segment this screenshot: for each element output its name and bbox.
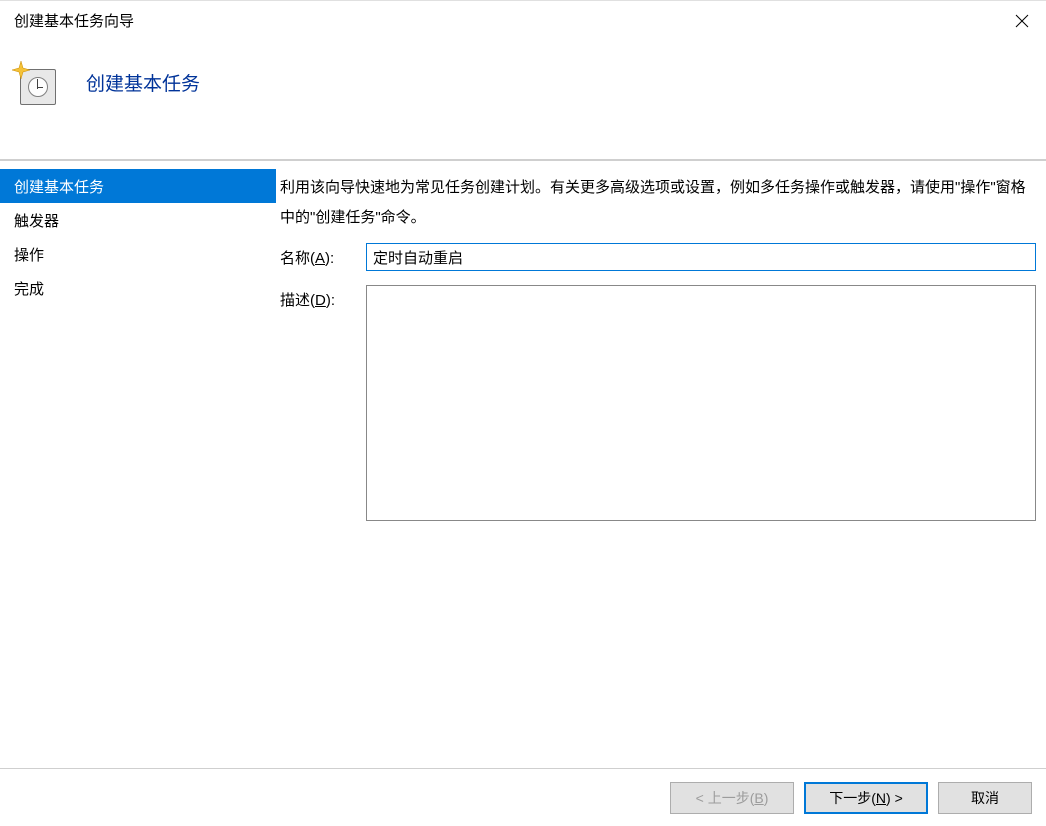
sparkle-icon bbox=[12, 61, 30, 79]
wizard-main-panel: 利用该向导快速地为常见任务创建计划。有关更多高级选项或设置，例如多任务操作或触发… bbox=[276, 161, 1046, 761]
back-button: < 上一步(B) bbox=[670, 782, 794, 814]
step-action[interactable]: 操作 bbox=[0, 237, 276, 271]
close-icon bbox=[1015, 14, 1029, 28]
description-textarea[interactable] bbox=[366, 285, 1036, 521]
step-label: 触发器 bbox=[14, 210, 59, 231]
description-label: 描述(D): bbox=[280, 285, 366, 310]
description-row: 描述(D): bbox=[280, 285, 1036, 521]
task-scheduler-icon bbox=[14, 63, 58, 107]
titlebar: 创建基本任务向导 bbox=[0, 1, 1046, 41]
cancel-button[interactable]: 取消 bbox=[938, 782, 1032, 814]
step-label: 操作 bbox=[14, 244, 44, 265]
wizard-window: 创建基本任务向导 创建基本任务 创建基本任务 触发器 bbox=[0, 0, 1046, 826]
step-label: 完成 bbox=[14, 278, 44, 299]
wizard-body: 创建基本任务 触发器 操作 完成 利用该向导快速地为常见任务创建计划。有关更多高… bbox=[0, 161, 1046, 761]
step-create-basic-task[interactable]: 创建基本任务 bbox=[0, 169, 276, 203]
close-button[interactable] bbox=[998, 1, 1046, 41]
step-trigger[interactable]: 触发器 bbox=[0, 203, 276, 237]
intro-text: 利用该向导快速地为常见任务创建计划。有关更多高级选项或设置，例如多任务操作或触发… bbox=[280, 173, 1036, 233]
step-label: 创建基本任务 bbox=[14, 176, 104, 197]
wizard-footer: < 上一步(B) 下一步(N) > 取消 bbox=[0, 768, 1046, 826]
name-row: 名称(A): bbox=[280, 243, 1036, 271]
wizard-header: 创建基本任务 bbox=[0, 41, 1046, 161]
window-title: 创建基本任务向导 bbox=[14, 10, 134, 31]
wizard-page-title: 创建基本任务 bbox=[86, 63, 200, 96]
wizard-steps-sidebar: 创建基本任务 触发器 操作 完成 bbox=[0, 161, 276, 761]
name-label: 名称(A): bbox=[280, 243, 366, 268]
name-input[interactable] bbox=[366, 243, 1036, 271]
step-finish[interactable]: 完成 bbox=[0, 271, 276, 305]
next-button[interactable]: 下一步(N) > bbox=[804, 782, 928, 814]
